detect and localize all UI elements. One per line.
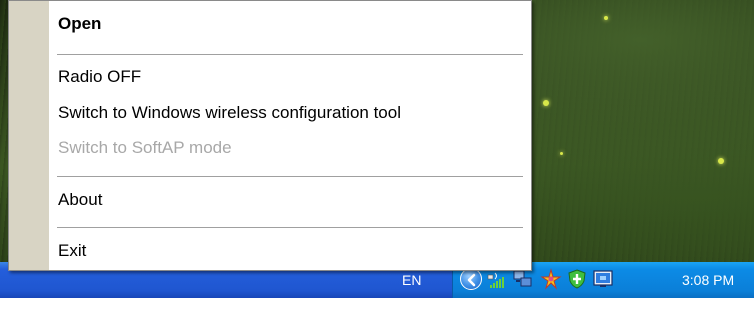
star-app-icon-glyph bbox=[540, 268, 562, 290]
menu-item-radio-off[interactable]: Radio OFF bbox=[49, 64, 531, 90]
clock[interactable]: 3:08 PM bbox=[682, 272, 734, 288]
monitor-icon[interactable] bbox=[592, 268, 614, 290]
shield-icon-glyph bbox=[568, 269, 586, 289]
show-hidden-icons-button[interactable] bbox=[460, 268, 482, 290]
network-computers-icon-glyph bbox=[513, 270, 532, 287]
chevron-left-icon bbox=[467, 273, 476, 287]
menu-separator bbox=[57, 176, 523, 177]
wallpaper-speck bbox=[560, 152, 563, 155]
wallpaper-speck bbox=[604, 16, 608, 20]
wireless-signal-icon-glyph bbox=[487, 272, 504, 288]
wireless-signal-icon[interactable] bbox=[486, 268, 508, 290]
menu-item-windows-wireless-tool[interactable]: Switch to Windows wireless configuration… bbox=[49, 100, 531, 126]
star-app-icon[interactable] bbox=[540, 268, 562, 290]
menu-item-about[interactable]: About bbox=[49, 187, 531, 213]
monitor-icon-glyph bbox=[593, 270, 613, 287]
menu-icon-gutter bbox=[9, 1, 49, 270]
shield-icon[interactable] bbox=[566, 268, 588, 290]
menu-item-softap-mode: Switch to SoftAP mode bbox=[58, 138, 232, 157]
language-indicator[interactable]: EN bbox=[402, 272, 421, 288]
menu-separator bbox=[57, 54, 523, 55]
menu-separator bbox=[57, 227, 523, 228]
menu-item-exit[interactable]: Exit bbox=[49, 238, 531, 264]
desktop-screen: EN 3:08 PM Open Radio OFF Switch to Wind… bbox=[0, 0, 754, 309]
menu-item-open[interactable]: Open bbox=[49, 11, 531, 37]
tray-context-menu: Open Radio OFF Switch to Windows wireles… bbox=[8, 0, 532, 271]
network-computers-icon[interactable] bbox=[512, 268, 534, 290]
wallpaper-speck bbox=[543, 100, 549, 106]
wallpaper-speck bbox=[718, 158, 724, 164]
